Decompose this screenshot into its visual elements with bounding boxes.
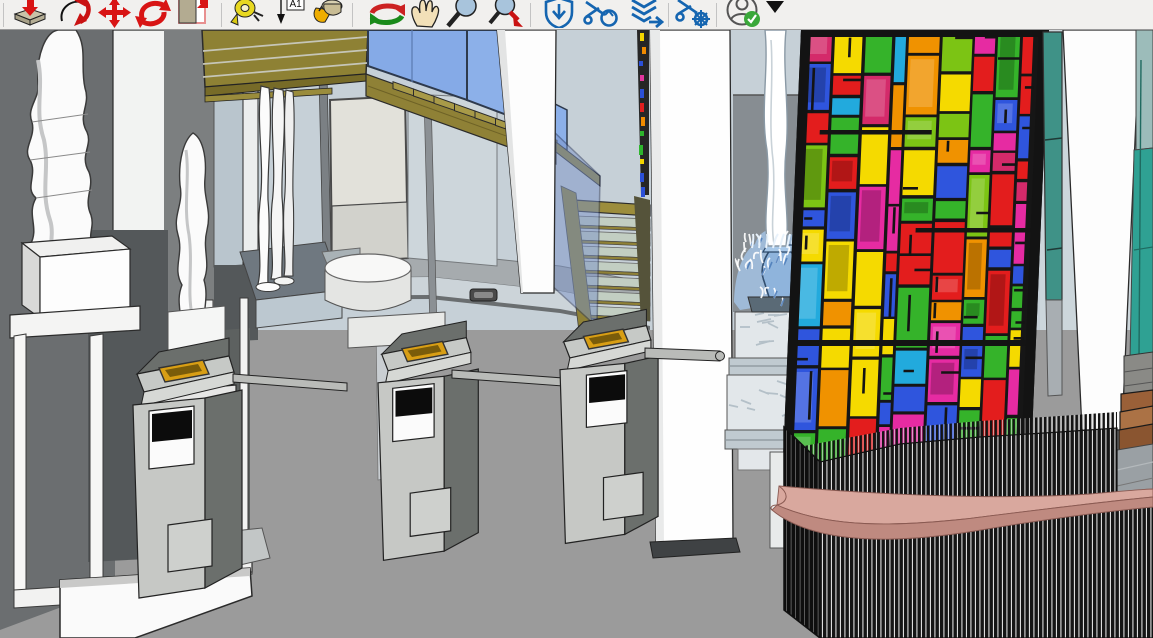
svg-text:A1: A1 [290,0,303,10]
